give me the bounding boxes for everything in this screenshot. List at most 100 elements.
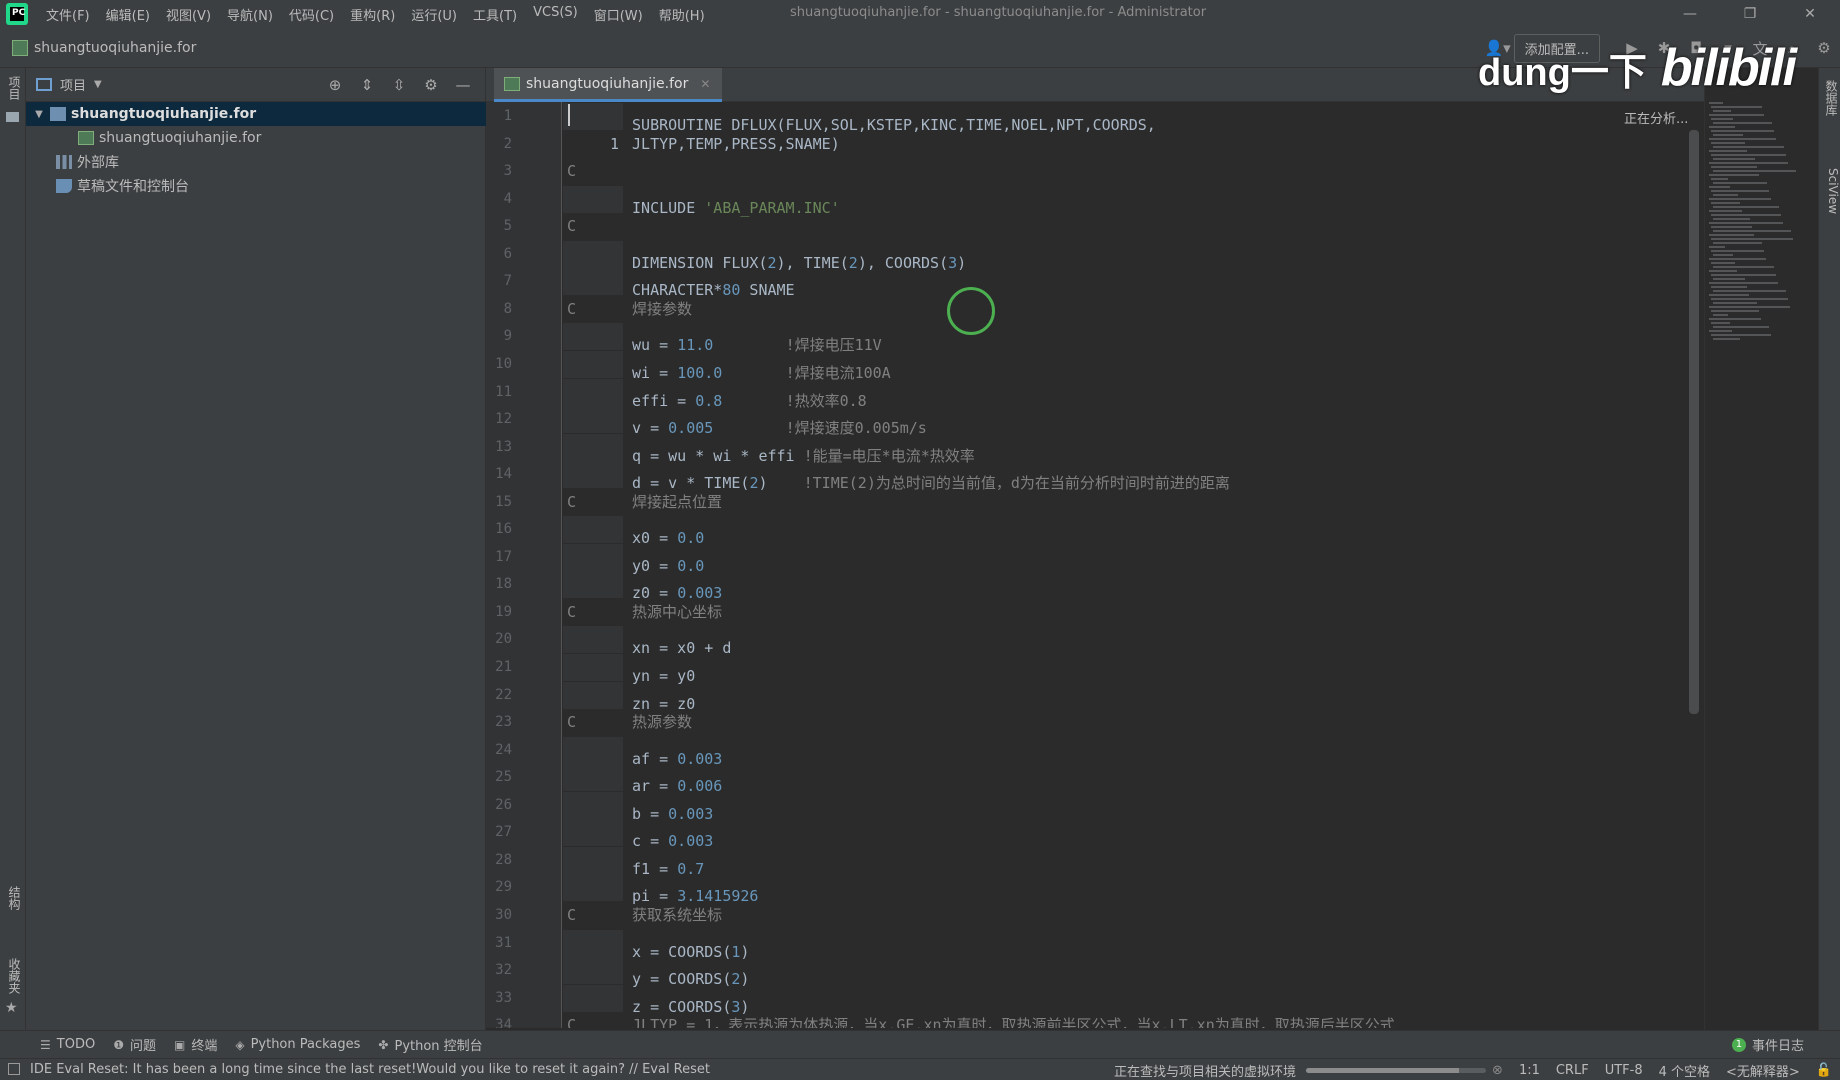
file-encoding[interactable]: UTF-8	[1605, 1063, 1643, 1078]
chevron-down-icon[interactable]: ▼	[32, 109, 46, 120]
menu-item-8[interactable]: VCS(S)	[525, 5, 586, 24]
project-tool-tab[interactable]: 项目	[3, 76, 23, 100]
code-line[interactable]: xn = x0 + d	[563, 626, 731, 657]
hide-icon[interactable]: —	[447, 76, 479, 94]
menu-item-10[interactable]: 帮助(H)	[651, 5, 713, 24]
code-line[interactable]: C 焊接参数	[563, 296, 692, 323]
code-line[interactable]: C 热源参数	[563, 709, 692, 736]
caret-position[interactable]: 1:1	[1519, 1063, 1540, 1078]
code-minimap[interactable]	[1704, 68, 1818, 1030]
minimize-icon[interactable]: —	[1660, 0, 1720, 28]
minimap-line	[1709, 270, 1737, 272]
sciview-tool-tab[interactable]: SciView	[1820, 168, 1840, 214]
menu-item-6[interactable]: 运行(U)	[403, 5, 465, 24]
code-line[interactable]: pi = 3.1415926	[563, 874, 758, 905]
tree-item-scratches[interactable]: 草稿文件和控制台	[26, 174, 486, 198]
minimap-line	[1711, 274, 1776, 276]
event-log-label: 事件日志	[1751, 1039, 1804, 1054]
code-line[interactable]: DIMENSION FLUX(2), TIME(2), COORDS(3)	[563, 240, 966, 272]
tab-shuangtuoqiuhanjie[interactable]: shuangtuoqiuhanjie.for ✕	[494, 68, 723, 102]
code-token: ), COORDS(	[857, 253, 949, 272]
code-line[interactable]: INCLUDE 'ABA_PARAM.INC'	[563, 185, 840, 217]
code-line[interactable]: y0 = 0.0	[563, 543, 704, 575]
code-line[interactable]: C 获取系统坐标	[563, 902, 722, 929]
code-line[interactable]: z = COORDS(3)	[563, 984, 749, 1016]
cancel-task-icon[interactable]: ⊗	[1492, 1063, 1503, 1078]
lock-icon[interactable]: 🔓	[1816, 1063, 1832, 1078]
code-line[interactable]: x0 = 0.0	[563, 516, 704, 547]
event-log-tab[interactable]: 1 事件日志	[1731, 1035, 1804, 1054]
restore-icon[interactable]: ❐	[1720, 0, 1780, 28]
code-line[interactable]: 1 JLTYP,TEMP,PRESS,SNAME)	[563, 131, 840, 158]
code-line[interactable]: C 焊接起点位置	[563, 489, 722, 516]
status-message[interactable]: IDE Eval Reset: It has been a long time …	[30, 1062, 710, 1077]
code-line[interactable]: CHARACTER*80 SNAME	[563, 268, 795, 299]
python-packages-tab[interactable]: ◈ Python Packages	[235, 1037, 360, 1052]
menu-item-2[interactable]: 视图(V)	[158, 5, 219, 24]
code-line[interactable]: wu = 11.0 !焊接电压11V	[563, 323, 882, 354]
status-toggle-icon[interactable]	[8, 1063, 20, 1075]
code-line[interactable]: C	[563, 213, 632, 240]
tree-item-file[interactable]: shuangtuoqiuhanjie.for	[26, 126, 486, 150]
close-icon[interactable]: ✕	[1780, 0, 1840, 28]
code-editor[interactable]: SUBROUTINE DFLUX(FLUX,SOL,KSTEP,KINC,TIM…	[563, 102, 1704, 1028]
code-token: SNAME	[740, 281, 795, 300]
database-tool-tab[interactable]: 数据库	[1820, 80, 1840, 116]
code-line[interactable]: z0 = 0.003	[563, 571, 722, 602]
minimap-line	[1709, 306, 1790, 308]
structure-tool-tab[interactable]: 结构	[3, 886, 23, 910]
code-line[interactable]: C	[563, 158, 632, 185]
progress-bar	[1306, 1067, 1487, 1073]
gear-icon[interactable]: ⚙	[1808, 32, 1840, 64]
code-line[interactable]: ar = 0.006	[563, 764, 722, 795]
chevron-down-icon[interactable]: ▼	[94, 79, 102, 90]
code-line[interactable]: af = 0.003	[563, 736, 722, 768]
menu-item-0[interactable]: 文件(F)	[38, 5, 98, 24]
fixed-form-column	[563, 736, 623, 764]
minimap-line	[1713, 326, 1769, 328]
close-icon[interactable]: ✕	[700, 77, 710, 91]
menu-item-1[interactable]: 编辑(E)	[98, 5, 158, 24]
menu-item-9[interactable]: 窗口(W)	[586, 5, 651, 24]
editor-scrollbar[interactable]	[1689, 130, 1699, 714]
code-line[interactable]: wi = 100.0 !焊接电流100A	[563, 350, 891, 382]
code-line[interactable]: yn = y0	[563, 654, 695, 685]
gear-icon[interactable]: ⚙	[415, 76, 447, 94]
code-line[interactable]: C JLTYP = 1，表示热源为体热源，当x.GE.xn为真时，取热源前半区公…	[563, 1012, 1395, 1028]
code-line[interactable]: q = wu * wi * effi !能量=电压*电流*热效率	[563, 433, 975, 465]
terminal-tab[interactable]: ▣ 终端	[174, 1035, 217, 1055]
line-number: 29	[495, 879, 512, 896]
menu-item-4[interactable]: 代码(C)	[281, 5, 342, 24]
tree-item-external-libraries[interactable]: 外部库	[26, 150, 486, 174]
code-line[interactable]: y = COORDS(2)	[563, 957, 749, 988]
locate-icon[interactable]: ⊕	[319, 76, 351, 94]
minimap-line	[1709, 102, 1723, 104]
code-line[interactable]: SUBROUTINE DFLUX(FLUX,SOL,KSTEP,KINC,TIM…	[563, 103, 1156, 134]
project-panel-title[interactable]: 项目	[60, 75, 86, 94]
code-line[interactable]: v = 0.005 !焊接速度0.005m/s	[563, 406, 927, 437]
tree-item-label: shuangtuoqiuhanjie.for	[99, 130, 262, 146]
code-line[interactable]: C 热源中心坐标	[563, 599, 722, 626]
menu-item-7[interactable]: 工具(T)	[465, 5, 525, 24]
code-line[interactable]: f1 = 0.7	[563, 846, 704, 878]
code-line[interactable]: d = v * TIME(2) !TIME(2)为总时间的当前值，d为在当前分析…	[563, 461, 1230, 492]
favorites-tool-tab[interactable]: 收藏夹	[3, 958, 23, 994]
background-task[interactable]: 正在查找与项目相关的虚拟环境	[1114, 1061, 1296, 1080]
breadcrumb[interactable]: shuangtuoqiuhanjie.for	[34, 40, 196, 56]
line-separator[interactable]: CRLF	[1556, 1063, 1589, 1078]
tree-item-project-root[interactable]: ▼ shuangtuoqiuhanjie.for	[26, 102, 486, 126]
menu-item-3[interactable]: 导航(N)	[219, 5, 281, 24]
todo-tab[interactable]: ☰ TODO	[40, 1037, 95, 1052]
python-console-tab[interactable]: ✤ Python 控制台	[378, 1035, 482, 1055]
code-line[interactable]: x = COORDS(1)	[563, 929, 749, 961]
problems-tab[interactable]: ❶ 问题	[113, 1035, 156, 1055]
code-line[interactable]: effi = 0.8 !热效率0.8	[563, 378, 867, 410]
collapse-all-icon[interactable]: ⇳	[383, 76, 415, 94]
code-line[interactable]: c = 0.003	[563, 819, 713, 850]
interpreter-selector[interactable]: <无解释器>	[1726, 1061, 1800, 1080]
indent-setting[interactable]: 4 个空格	[1659, 1061, 1710, 1080]
code-line[interactable]: zn = z0	[563, 681, 695, 713]
expand-all-icon[interactable]: ⇕	[351, 76, 383, 94]
menu-item-5[interactable]: 重构(R)	[342, 5, 403, 24]
code-line[interactable]: b = 0.003	[563, 791, 713, 823]
